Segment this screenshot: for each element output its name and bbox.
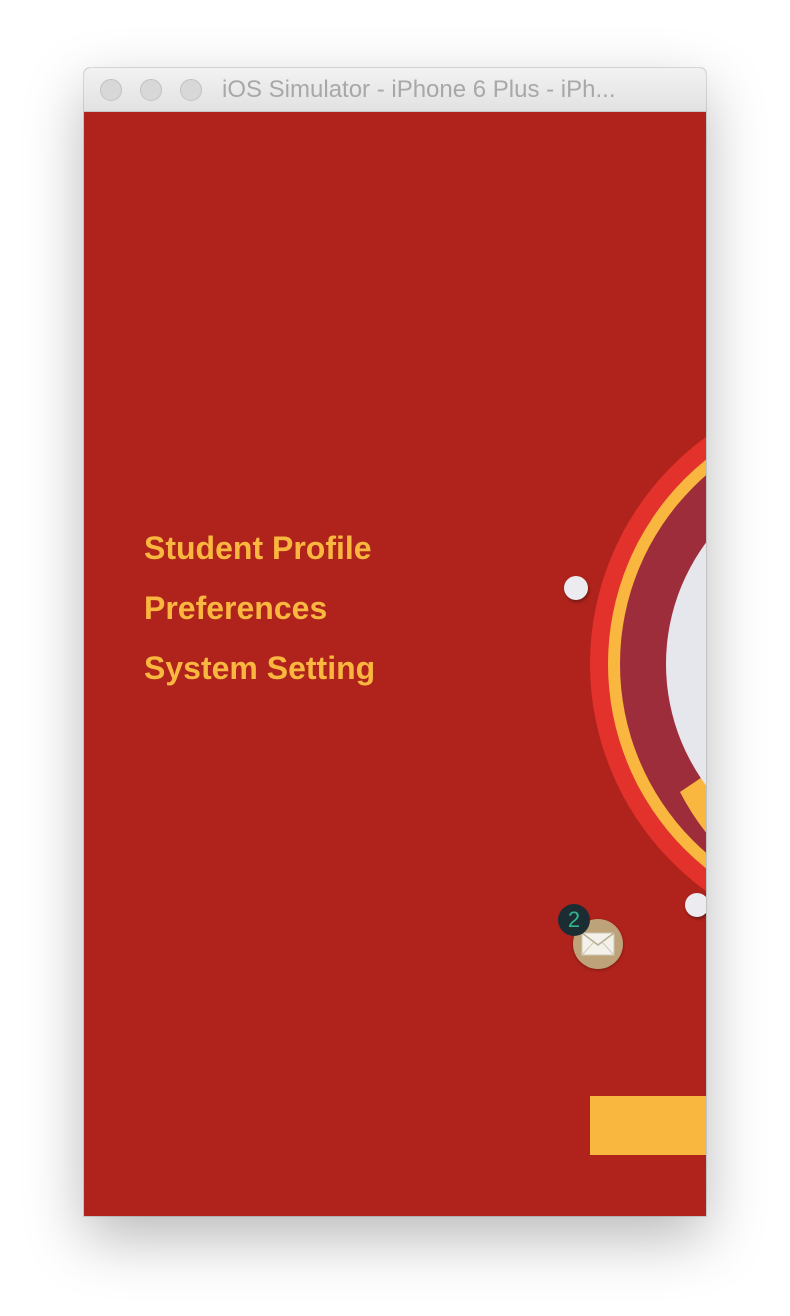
- app-screen: Student Profile Preferences System Setti…: [84, 112, 706, 1216]
- close-window-button[interactable]: [100, 79, 122, 101]
- menu-item-system-setting[interactable]: System Setting: [144, 650, 375, 687]
- mail-count-badge: 2: [558, 904, 590, 936]
- wheel-handle-bottom[interactable]: [685, 893, 706, 917]
- wheel-handle-top[interactable]: [564, 576, 588, 600]
- menu-item-preferences[interactable]: Preferences: [144, 590, 327, 627]
- window-title: iOS Simulator - iPhone 6 Plus - iPh...: [222, 76, 616, 103]
- envelope-icon: [581, 932, 615, 956]
- minimize-window-button[interactable]: [140, 79, 162, 101]
- bottom-action-bar[interactable]: [590, 1096, 706, 1155]
- title-bar: iOS Simulator - iPhone 6 Plus - iPh...: [84, 68, 706, 112]
- zoom-window-button[interactable]: [180, 79, 202, 101]
- menu-item-student-profile[interactable]: Student Profile: [144, 530, 372, 567]
- simulator-window: iOS Simulator - iPhone 6 Plus - iPh... S…: [84, 68, 706, 1216]
